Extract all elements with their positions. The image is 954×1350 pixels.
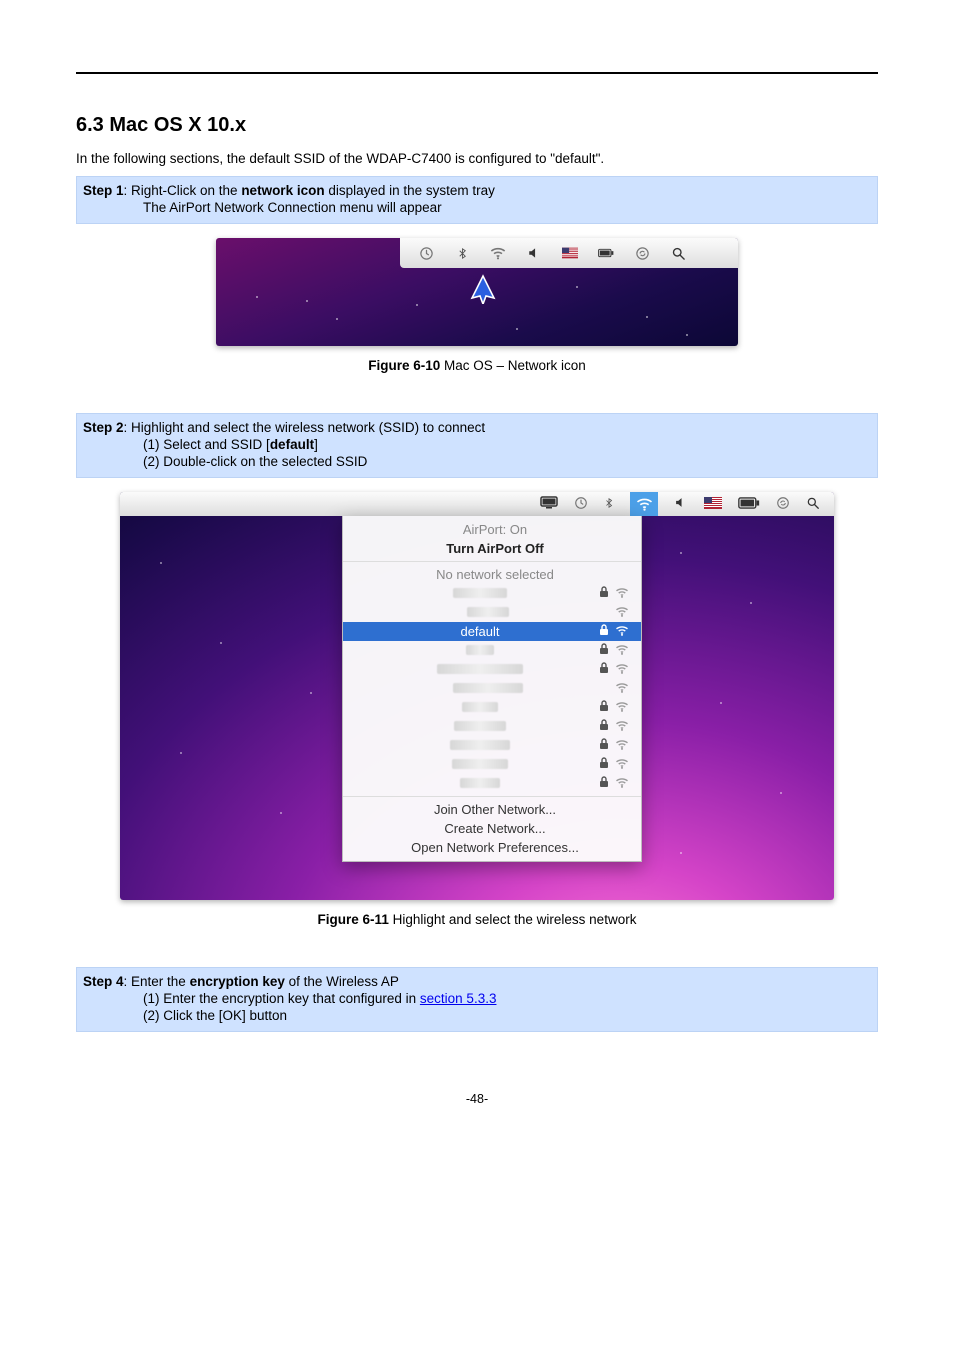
turn-airport-off[interactable]: Turn AirPort Off (343, 539, 641, 558)
wifi-signal-icon (615, 605, 629, 620)
figure-6-11: AirPort: On Turn AirPort Off No network … (76, 492, 878, 927)
step1-block: Step 1: Right-Click on the network icon … (76, 176, 878, 224)
figure-6-10-caption: Figure 6-10 Mac OS – Network icon (76, 358, 878, 373)
step2-prefix: Step 2 (83, 420, 124, 435)
lock-icon (599, 757, 609, 772)
step4-ol1: (1) Enter the encryption key that config… (143, 991, 871, 1006)
ssid-default-selected[interactable]: default (343, 622, 641, 641)
intro-text: In the following sections, the default S… (76, 151, 878, 166)
step1-line: Step 1: Right-Click on the network icon … (83, 183, 871, 198)
step2-block: Step 2: Highlight and select the wireles… (76, 413, 878, 478)
menubar-big (120, 492, 834, 516)
timemachine-icon[interactable] (418, 245, 434, 261)
lock-icon (599, 624, 609, 639)
macos-desktop-big: AirPort: On Turn AirPort Off No network … (120, 492, 834, 900)
menubar-small (400, 238, 738, 268)
wifi-signal-icon (615, 738, 629, 753)
ssid-item[interactable] (343, 679, 641, 698)
ssid-item[interactable] (343, 584, 641, 603)
menu-separator (343, 796, 641, 797)
spotlight-icon[interactable] (806, 496, 820, 513)
battery-icon[interactable] (598, 245, 614, 261)
wifi-signal-icon (615, 757, 629, 772)
figure-6-11-caption: Figure 6-11 Highlight and select the wir… (76, 912, 878, 927)
cursor-arrow-icon (470, 274, 494, 302)
step4-block: Step 4: Enter the encryption key of the … (76, 967, 878, 1032)
lock-icon (599, 586, 609, 601)
wifi-signal-icon (615, 719, 629, 734)
ssid-item[interactable] (343, 717, 641, 736)
create-network[interactable]: Create Network... (343, 819, 641, 838)
ssid-item[interactable] (343, 736, 641, 755)
lock-icon (599, 738, 609, 753)
wifi-signal-icon (615, 776, 629, 791)
ssid-item[interactable] (343, 755, 641, 774)
wifi-signal-icon (615, 681, 629, 696)
bluetooth-icon[interactable] (454, 245, 470, 261)
timemachine-icon[interactable] (574, 496, 588, 513)
sync-icon[interactable] (634, 245, 650, 261)
wifi-signal-icon (615, 662, 629, 677)
macos-desktop-small (216, 238, 738, 346)
display-icon[interactable] (540, 496, 558, 512)
step1-prefix: Step 1 (83, 183, 124, 198)
no-network-selected: No network selected (343, 565, 641, 584)
ssid-item[interactable] (343, 603, 641, 622)
section-533-link[interactable]: section 5.3.3 (420, 991, 497, 1006)
wifi-signal-icon (615, 700, 629, 715)
flag-icon[interactable] (562, 245, 578, 261)
airport-menu: AirPort: On Turn AirPort Off No network … (342, 516, 642, 862)
wifi-icon-active[interactable] (630, 492, 658, 516)
volume-icon[interactable] (674, 496, 688, 512)
figure-6-10: Figure 6-10 Mac OS – Network icon (76, 238, 878, 373)
open-network-preferences[interactable]: Open Network Preferences... (343, 838, 641, 857)
ssid-item[interactable] (343, 698, 641, 717)
wifi-signal-icon (615, 586, 629, 601)
ssid-item[interactable] (343, 774, 641, 793)
lock-icon (599, 700, 609, 715)
airport-status: AirPort: On (343, 520, 641, 539)
step4-prefix: Step 4 (83, 974, 124, 989)
section-heading: 6.3 Mac OS X 10.x (76, 114, 878, 137)
menu-separator (343, 561, 641, 562)
step1-sub: The AirPort Network Connection menu will… (143, 200, 871, 215)
wifi-signal-icon (615, 624, 629, 639)
step2-ol1: (1) Select and SSID [default] (143, 437, 871, 452)
step2-line: Step 2: Highlight and select the wireles… (83, 420, 871, 435)
wifi-icon[interactable] (490, 245, 506, 261)
bluetooth-icon[interactable] (604, 496, 614, 513)
sync-icon[interactable] (776, 496, 790, 513)
page-number: -48- (76, 1092, 878, 1106)
step4-line: Step 4: Enter the encryption key of the … (83, 974, 871, 989)
lock-icon (599, 776, 609, 791)
flag-icon[interactable] (704, 496, 722, 512)
ssid-item[interactable] (343, 641, 641, 660)
wifi-signal-icon (615, 643, 629, 658)
top-rule (76, 72, 878, 74)
spotlight-icon[interactable] (670, 245, 686, 261)
volume-icon[interactable] (526, 245, 542, 261)
ssid-item[interactable] (343, 660, 641, 679)
lock-icon (599, 662, 609, 677)
step2-ol2: (2) Double-click on the selected SSID (143, 454, 871, 469)
battery-icon[interactable] (738, 496, 760, 512)
join-other-network[interactable]: Join Other Network... (343, 800, 641, 819)
lock-icon (599, 719, 609, 734)
lock-icon (599, 643, 609, 658)
step4-ol2: (2) Click the [OK] button (143, 1008, 871, 1023)
